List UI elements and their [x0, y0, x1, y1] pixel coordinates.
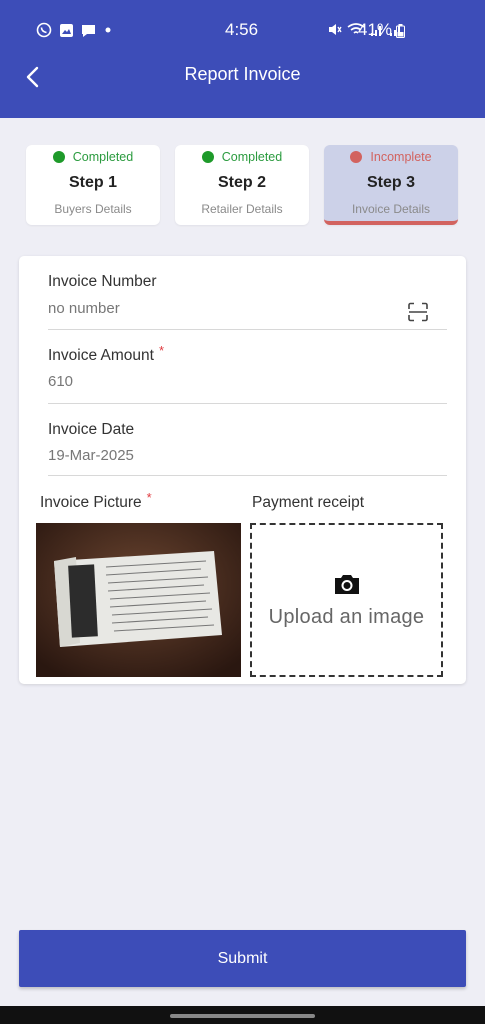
camera-icon	[334, 574, 359, 594]
required-mark: *	[146, 490, 152, 505]
status-bar: 4:56 41%	[0, 0, 485, 60]
invoice-form-card: Invoice Number no number Invoice Amount *…	[19, 256, 466, 684]
step-status-label: Incomplete	[370, 150, 432, 164]
mute-icon	[329, 24, 342, 35]
dot-icon	[105, 27, 111, 33]
step-3-card[interactable]: Incomplete Step 3 Invoice Details	[324, 145, 458, 225]
scan-icon[interactable]	[407, 302, 429, 322]
status-time: 4:56	[225, 20, 259, 39]
stepper: Completed Step 1 Buyers Details Complete…	[26, 145, 460, 227]
home-gesture-handle[interactable]	[170, 1014, 315, 1018]
step-description: Invoice Details	[351, 202, 431, 216]
step-description: Retailer Details	[201, 202, 283, 216]
system-nav-bar	[0, 1006, 485, 1024]
app-header: 4:56 41% Report Invoice	[0, 0, 485, 118]
message-icon	[82, 24, 95, 37]
step-label: Step 1	[68, 174, 117, 191]
gallery-icon	[60, 23, 73, 37]
step-status-label: Completed	[72, 150, 134, 164]
payment-receipt-upload[interactable]: Upload an image	[250, 523, 443, 677]
invoice-amount-field[interactable]: Invoice Amount * 610	[48, 343, 447, 404]
step-status-label: Completed	[221, 150, 283, 164]
step-label: Step 3	[366, 174, 415, 191]
submit-button[interactable]: Submit	[19, 930, 466, 987]
required-mark: *	[158, 343, 165, 358]
upload-image-text: Upload an image	[268, 605, 425, 628]
invoice-number-field[interactable]: Invoice Number no number	[48, 273, 447, 330]
invoice-picture-label-text: Invoice Picture	[40, 494, 142, 511]
step-label: Step 2	[217, 174, 266, 191]
invoice-date-value[interactable]: 19-Mar-2025	[48, 447, 134, 464]
invoice-date-label: Invoice Date	[48, 421, 135, 438]
step-1-card[interactable]: Completed Step 1 Buyers Details	[26, 145, 160, 225]
status-dot-icon	[201, 151, 214, 163]
step-status: Incomplete	[324, 150, 458, 164]
page-title: Report Invoice	[184, 64, 301, 84]
invoice-date-field[interactable]: Invoice Date 19-Mar-2025	[48, 421, 447, 476]
battery-percent: 41%	[358, 20, 393, 39]
invoice-number-label: Invoice Number	[48, 273, 157, 290]
whatsapp-icon	[36, 22, 52, 38]
step-status: Completed	[26, 150, 160, 164]
invoice-amount-label: Invoice Amount *	[48, 343, 164, 365]
invoice-number-input[interactable]: no number	[48, 300, 120, 317]
status-dot-icon	[52, 151, 65, 163]
battery-icon	[396, 24, 405, 38]
step-2-card[interactable]: Completed Step 2 Retailer Details	[175, 145, 309, 225]
invoice-amount-value[interactable]: 610	[48, 373, 73, 390]
invoice-picture-label: Invoice Picture *	[40, 490, 152, 512]
step-description: Buyers Details	[54, 202, 132, 216]
invoice-picture-thumbnail[interactable]	[36, 523, 241, 677]
invoice-photo	[36, 523, 241, 677]
invoice-amount-label-text: Invoice Amount	[48, 347, 154, 364]
payment-receipt-label: Payment receipt	[252, 494, 364, 511]
status-dot-icon	[350, 151, 363, 163]
step-status: Completed	[175, 150, 309, 164]
notification-icons	[36, 22, 113, 38]
